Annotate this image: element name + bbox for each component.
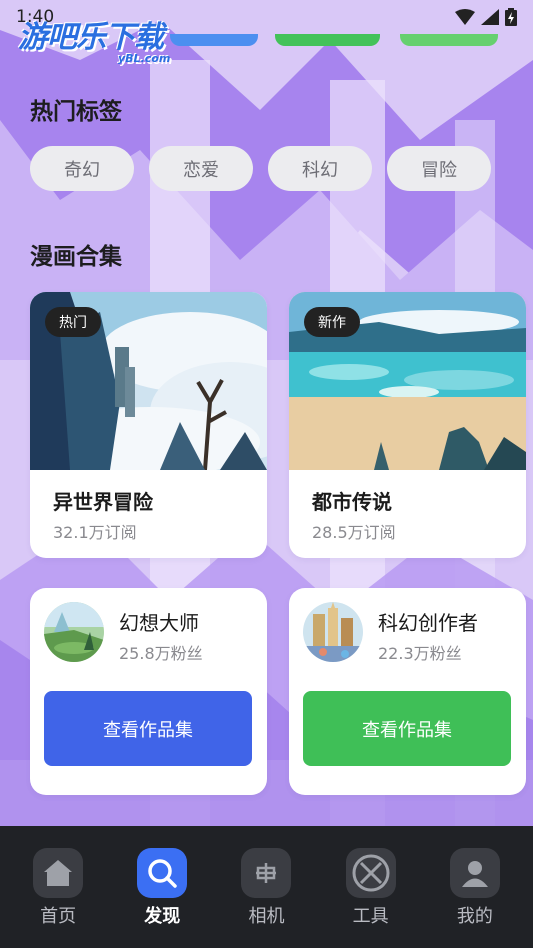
nav-home-label: 首页 — [40, 906, 77, 927]
nav-discover-label: 发现 — [144, 906, 181, 927]
collection-badge: 热门 — [45, 307, 101, 337]
hot-tags-list: 奇幻 恋爱 科幻 冒险 — [30, 146, 491, 191]
creator-avatar[interactable] — [44, 602, 104, 662]
profile-icon — [449, 848, 500, 898]
creator-card-scifi-creator: 科幻创作者 22.3万粉丝 查看作品集 — [289, 588, 526, 795]
nav-profile[interactable]: 我的 — [430, 848, 520, 948]
nav-tools[interactable]: 工具 — [326, 848, 416, 948]
collections-title: 漫画合集 — [30, 244, 122, 270]
hot-tags-title: 热门标签 — [30, 99, 122, 125]
creator-avatar[interactable] — [303, 602, 363, 662]
nav-tools-label: 工具 — [352, 906, 389, 927]
wifi-icon — [455, 9, 475, 25]
collection-title: 异世界冒险 — [53, 490, 153, 514]
view-portfolio-button[interactable]: 查看作品集 — [303, 691, 511, 766]
nav-home[interactable]: 首页 — [13, 848, 103, 948]
tools-icon — [345, 848, 396, 898]
tag-scifi[interactable]: 科幻 — [268, 146, 372, 191]
collection-badge: 新作 — [304, 307, 360, 337]
collection-card-isekai[interactable]: 热门 异世界冒险 32.1万订阅 — [30, 292, 267, 558]
signal-icon — [481, 9, 499, 25]
battery-icon — [505, 8, 517, 26]
creator-fans: 22.3万粉丝 — [378, 644, 462, 663]
home-icon — [33, 848, 84, 898]
status-icons — [455, 8, 517, 26]
view-portfolio-button[interactable]: 查看作品集 — [44, 691, 252, 766]
nav-camera[interactable]: 相机 — [221, 848, 311, 948]
tag-romance[interactable]: 恋爱 — [149, 146, 253, 191]
creator-name: 幻想大师 — [119, 611, 199, 635]
nav-camera-label: 相机 — [248, 906, 285, 927]
watermark-logo: 游吧乐下载 yBL.com — [18, 20, 171, 65]
camera-icon — [241, 848, 292, 898]
tag-adventure[interactable]: 冒险 — [387, 146, 491, 191]
collection-subscribers: 32.1万订阅 — [53, 523, 137, 542]
creator-name: 科幻创作者 — [378, 611, 478, 635]
search-icon — [137, 848, 188, 898]
collection-subscribers: 28.5万订阅 — [312, 523, 396, 542]
creator-fans: 25.8万粉丝 — [119, 644, 203, 663]
collection-title: 都市传说 — [312, 490, 392, 514]
bottom-navigation: 首页 发现 相机 工具 我的 — [0, 826, 533, 948]
collection-card-urban-legend[interactable]: 新作 都市传说 28.5万订阅 — [289, 292, 526, 558]
nav-discover[interactable]: 发现 — [117, 848, 207, 948]
creator-card-fantasy-master: 幻想大师 25.8万粉丝 查看作品集 — [30, 588, 267, 795]
nav-profile-label: 我的 — [456, 906, 493, 927]
tag-fantasy[interactable]: 奇幻 — [30, 146, 134, 191]
